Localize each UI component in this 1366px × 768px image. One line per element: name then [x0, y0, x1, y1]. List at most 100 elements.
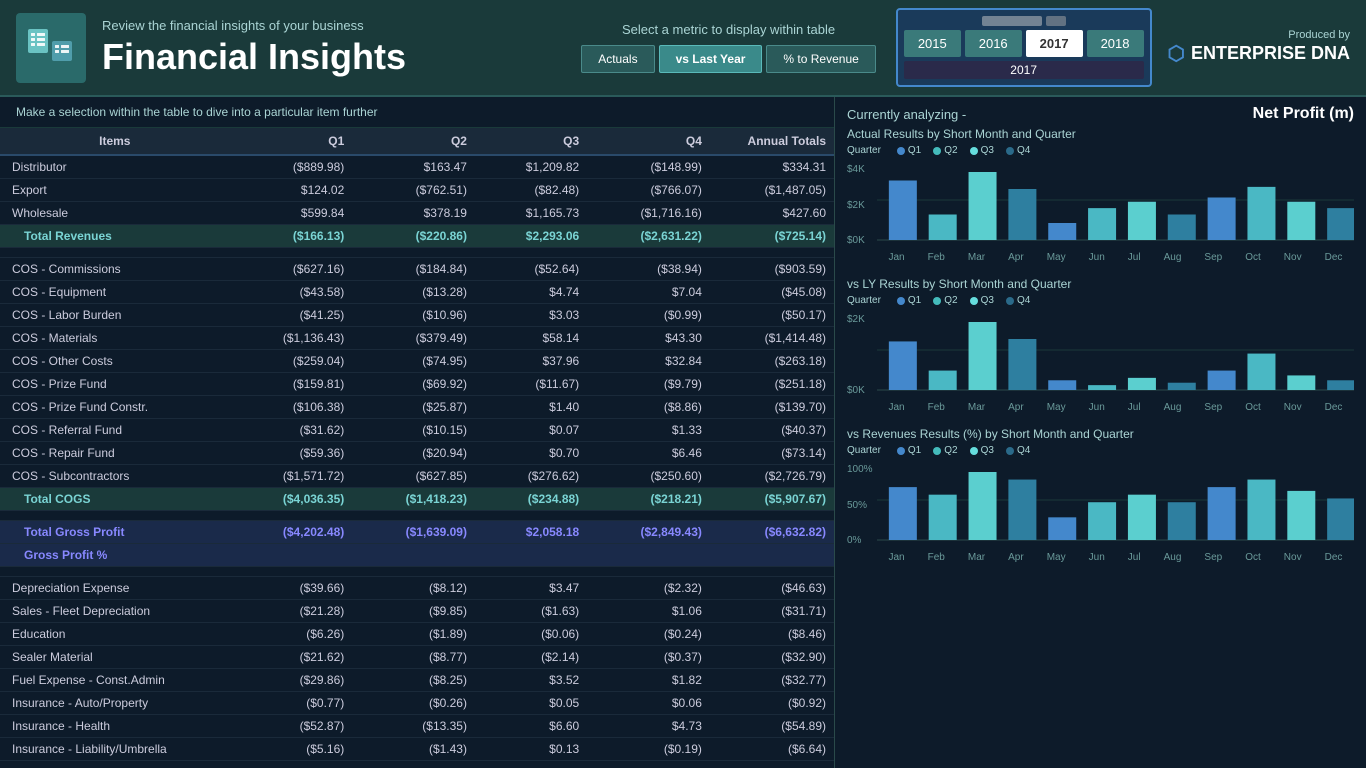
table-row[interactable]: Depreciation Expense($39.66)($8.12)$3.47… [0, 577, 834, 600]
table-row[interactable]: Insurance - Auto/Property($0.77)($0.26)$… [0, 692, 834, 715]
table-row[interactable]: Gross Profit % [0, 544, 834, 567]
bar [1128, 495, 1156, 540]
cell-value: ($10.96) [352, 304, 475, 327]
chart-title-2: vs Revenues Results (%) by Short Month a… [847, 427, 1354, 441]
cell-value: $32.84 [587, 350, 710, 373]
cell-label: Gross Profit % [0, 544, 230, 567]
table-row[interactable]: Sales - Fleet Depreciation($21.28)($9.85… [0, 600, 834, 623]
cell-value: $1.06 [587, 600, 710, 623]
cell-value: ($159.81) [230, 373, 353, 396]
cell-value: ($59.36) [230, 442, 353, 465]
cell-value: ($1,639.09) [352, 521, 475, 544]
cell-value: ($0.99) [587, 304, 710, 327]
table-row[interactable]: COS - Subcontractors($1,571.72)($627.85)… [0, 465, 834, 488]
pct-to-revenue-button[interactable]: % to Revenue [766, 45, 875, 73]
cell-label: COS - Repair Fund [0, 442, 230, 465]
cell-value: ($21.28) [230, 600, 353, 623]
table-row[interactable]: COS - Other Costs($259.04)($74.95)$37.96… [0, 350, 834, 373]
table-row[interactable]: COS - Equipment($43.58)($13.28)$4.74$7.0… [0, 281, 834, 304]
year-2016-button[interactable]: 2016 [965, 30, 1022, 57]
main-content: Make a selection within the table to div… [0, 97, 1366, 768]
bar [1128, 378, 1156, 390]
cell-value: ($218.21) [587, 488, 710, 511]
cell-value: $163.47 [352, 155, 475, 179]
table-row[interactable]: COS - Referral Fund($31.62)($10.15)$0.07… [0, 419, 834, 442]
cell-value: $1,165.73 [475, 202, 587, 225]
table-row[interactable]: Insurance - Life($1.17)($0.22)$0.26$0.14… [0, 761, 834, 768]
year-2015-button[interactable]: 2015 [904, 30, 961, 57]
cell-value: ($1.17) [230, 761, 353, 768]
cell-value: ($13.35) [352, 715, 475, 738]
year-selector-top [904, 16, 1144, 26]
table-row[interactable]: Distributor($889.98)$163.47$1,209.82($14… [0, 155, 834, 179]
actuals-button[interactable]: Actuals [581, 45, 654, 73]
table-row[interactable]: COS - Commissions($627.16)($184.84)($52.… [0, 258, 834, 281]
legend-item: Q2 [933, 295, 957, 306]
bar [889, 487, 917, 540]
table-row[interactable]: Wholesale$599.84$378.19$1,165.73($1,716.… [0, 202, 834, 225]
table-row[interactable] [0, 567, 834, 577]
bar [1168, 502, 1196, 540]
cell-value: ($1.43) [352, 738, 475, 761]
bar [1088, 502, 1116, 540]
table-container[interactable]: Items Q1 Q2 Q3 Q4 Annual Totals Distribu… [0, 128, 834, 767]
chart-x-labels-2: JanFebMarAprMayJunJulAugSepOctNovDec [847, 552, 1354, 563]
bar [929, 371, 957, 390]
table-row[interactable]: COS - Repair Fund($59.36)($20.94)$0.70$6… [0, 442, 834, 465]
bar [1287, 375, 1315, 390]
table-row[interactable]: COS - Labor Burden($41.25)($10.96)$3.03(… [0, 304, 834, 327]
bar [1008, 339, 1036, 390]
table-row[interactable]: Fuel Expense - Const.Admin($29.86)($8.25… [0, 669, 834, 692]
cell-label: Insurance - Liability/Umbrella [0, 738, 230, 761]
cell-value: ($766.07) [587, 179, 710, 202]
year-2017-button[interactable]: 2017 [1026, 30, 1083, 57]
cell-value: ($52.64) [475, 258, 587, 281]
chart-x-labels-0: JanFebMarAprMayJunJulAugSepOctNovDec [847, 252, 1354, 263]
cell-value: $1.82 [587, 669, 710, 692]
cell-value: ($251.18) [710, 373, 834, 396]
metric-selector: Select a metric to display within table … [581, 22, 876, 73]
cell-value: ($11.67) [475, 373, 587, 396]
cell-value: ($106.38) [230, 396, 353, 419]
cell-label: Distributor [0, 155, 230, 179]
bar [1247, 354, 1275, 390]
vs-last-year-button[interactable]: vs Last Year [659, 45, 763, 73]
bar [1008, 189, 1036, 240]
charts-container: Actual Results by Short Month and Quarte… [847, 127, 1354, 563]
table-row[interactable]: Total COGS($4,036.35)($1,418.23)($234.88… [0, 488, 834, 511]
cell-value: ($1.63) [475, 600, 587, 623]
cell-value: ($32.90) [710, 646, 834, 669]
table-row[interactable]: Insurance - Health($52.87)($13.35)$6.60$… [0, 715, 834, 738]
cell-value: $0.05 [475, 692, 587, 715]
cell-value: ($39.66) [230, 577, 353, 600]
cell-value: ($9.85) [352, 600, 475, 623]
table-row[interactable] [0, 511, 834, 521]
table-row[interactable]: COS - Prize Fund Constr.($106.38)($25.87… [0, 396, 834, 419]
chart-x-labels-1: JanFebMarAprMayJunJulAugSepOctNovDec [847, 402, 1354, 413]
cell-value: $37.96 [475, 350, 587, 373]
table-row[interactable]: Insurance - Liability/Umbrella($5.16)($1… [0, 738, 834, 761]
cell-value: ($166.13) [230, 225, 353, 248]
chart-title-1: vs LY Results by Short Month and Quarter [847, 277, 1354, 291]
cell-value: ($0.24) [587, 623, 710, 646]
cell-value: ($74.95) [352, 350, 475, 373]
bar [1287, 202, 1315, 240]
cell-label: COS - Materials [0, 327, 230, 350]
table-row[interactable]: Education($6.26)($1.89)($0.06)($0.24)($8… [0, 623, 834, 646]
table-row[interactable]: Export$124.02($762.51)($82.48)($766.07)(… [0, 179, 834, 202]
right-panel: Currently analyzing - Net Profit (m) Act… [835, 97, 1366, 768]
table-row[interactable] [0, 248, 834, 258]
table-row[interactable]: COS - Materials($1,136.43)($379.49)$58.1… [0, 327, 834, 350]
produced-by-label: Produced by [1288, 29, 1350, 41]
cell-value: ($0.92) [710, 692, 834, 715]
cell-value: ($379.49) [352, 327, 475, 350]
table-row[interactable]: Total Gross Profit($4,202.48)($1,639.09)… [0, 521, 834, 544]
cell-value: ($69.92) [352, 373, 475, 396]
cell-value: ($4,036.35) [230, 488, 353, 511]
cell-value: ($1,418.23) [352, 488, 475, 511]
year-selected-label: 2017 [904, 61, 1144, 79]
year-2018-button[interactable]: 2018 [1087, 30, 1144, 57]
table-row[interactable]: Total Revenues($166.13)($220.86)$2,293.0… [0, 225, 834, 248]
table-row[interactable]: Sealer Material($21.62)($8.77)($2.14)($0… [0, 646, 834, 669]
table-row[interactable]: COS - Prize Fund($159.81)($69.92)($11.67… [0, 373, 834, 396]
